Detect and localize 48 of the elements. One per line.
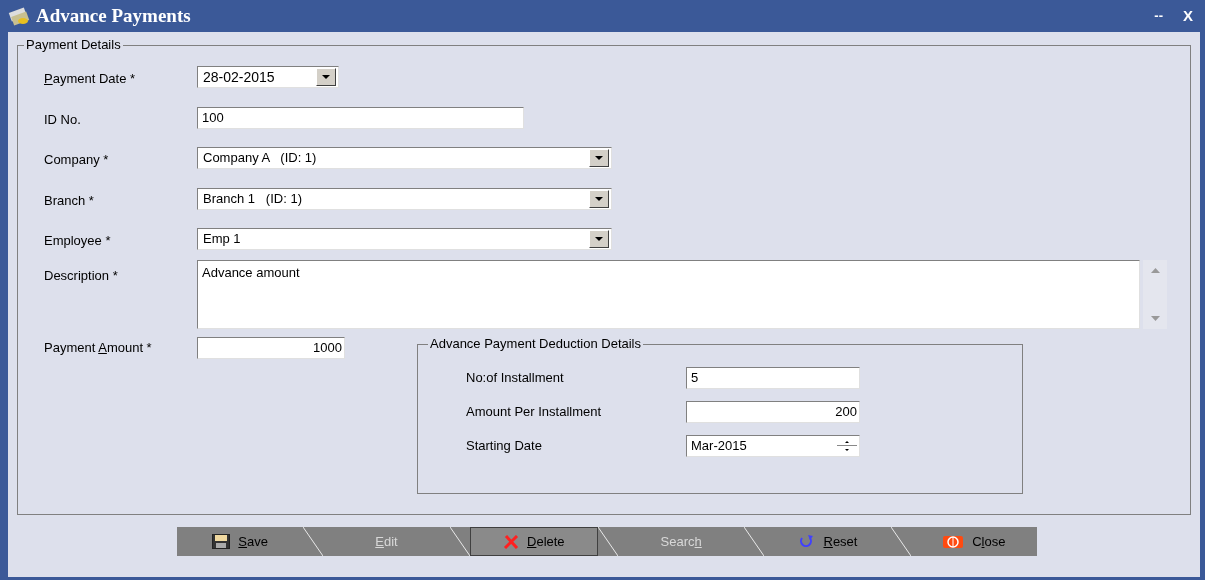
- caret-icon: [595, 196, 603, 201]
- dropdown-button[interactable]: [589, 189, 609, 208]
- dropdown-field[interactable]: Branch 1 (ID: 1): [197, 187, 612, 210]
- scrollbar[interactable]: [1143, 259, 1167, 329]
- divider: [303, 527, 324, 556]
- text-field[interactable]: 5: [686, 366, 860, 389]
- field-label: No:of Installment: [466, 368, 565, 387]
- minimize-button[interactable]: --: [1154, 6, 1163, 26]
- divider: [598, 527, 618, 556]
- field-label: ID No.: [44, 110, 82, 129]
- delete-button[interactable]: Delete: [469, 527, 598, 556]
- field-label: Payment Date *: [44, 70, 137, 88]
- close-button[interactable]: Close: [910, 527, 1037, 556]
- money-icon: [8, 6, 30, 26]
- window-title: Advance Payments: [36, 3, 191, 28]
- life-ring-icon: [942, 534, 965, 549]
- text-field[interactable]: 100: [197, 106, 524, 129]
- field-label: Description *: [44, 266, 119, 285]
- date-dropdown[interactable]: 28-02-2015: [197, 66, 339, 88]
- description-field[interactable]: Advance amount: [197, 259, 1140, 329]
- refresh-icon: [797, 534, 816, 549]
- window-close-button[interactable]: X: [1183, 4, 1193, 28]
- field-label: Payment Amount *: [44, 338, 153, 357]
- dropdown-field[interactable]: Emp 1: [197, 228, 612, 250]
- dropdown-button[interactable]: [316, 68, 336, 86]
- field-label: Employee *: [44, 232, 112, 250]
- save-button[interactable]: Save: [177, 527, 304, 556]
- dropdown-button[interactable]: [589, 149, 609, 167]
- field-label: Starting Date: [466, 436, 543, 455]
- caret-icon: [595, 237, 603, 241]
- dropdown-field[interactable]: Company A (ID: 1): [197, 147, 612, 169]
- down-arrow-icon: [1150, 315, 1160, 321]
- cross-icon: [503, 534, 519, 549]
- dropdown-button[interactable]: [589, 230, 609, 248]
- divider: [890, 527, 911, 556]
- amount-field[interactable]: 1000: [197, 336, 345, 359]
- field-label: Company *: [44, 151, 110, 169]
- field-label: Branch *: [44, 191, 95, 210]
- reset-button[interactable]: Reset: [764, 527, 891, 556]
- group-title: Payment Details: [24, 37, 123, 53]
- divider: [449, 527, 470, 556]
- divider: [744, 527, 765, 556]
- field-label: Amount Per Installment: [466, 402, 603, 421]
- amount-field[interactable]: 200: [686, 400, 860, 423]
- caret-icon: [322, 75, 330, 79]
- up-arrow-icon: [1150, 267, 1160, 273]
- month-spinner[interactable]: Mar-2015: [686, 434, 860, 457]
- caret-icon: [595, 156, 603, 160]
